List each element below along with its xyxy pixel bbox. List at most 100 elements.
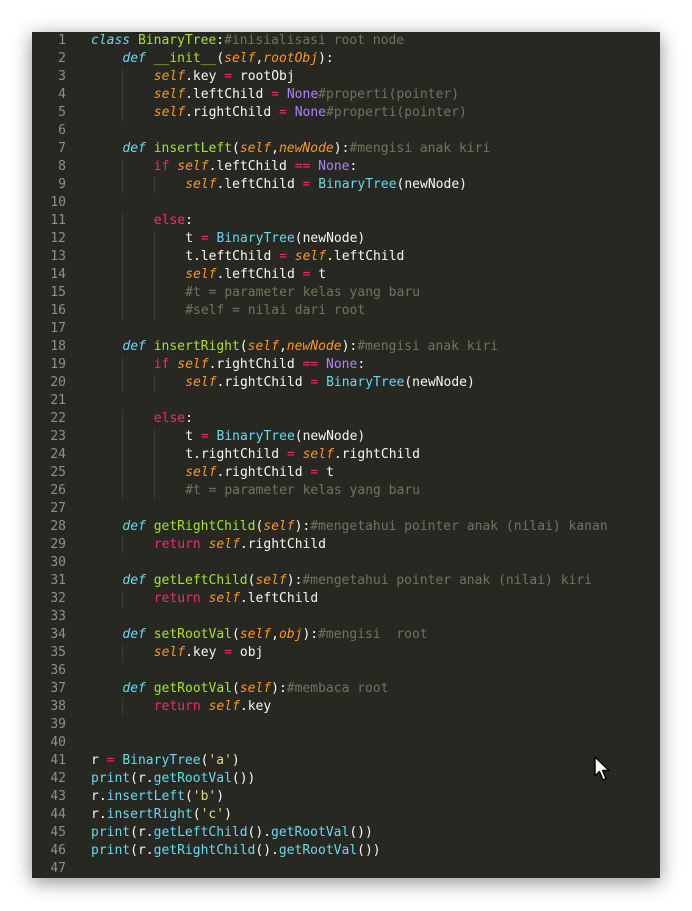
code-line[interactable]: 21 xyxy=(32,392,660,410)
code-line[interactable]: 15 #t = parameter kelas yang baru xyxy=(32,284,660,302)
code-line[interactable]: 29 return self.rightChild xyxy=(32,536,660,554)
line-number: 17 xyxy=(50,321,66,336)
line-number: 24 xyxy=(50,447,66,462)
code-line[interactable]: 27 xyxy=(32,500,660,518)
code-line[interactable]: 45 print(r.getLeftChild().getRootVal()) xyxy=(32,824,660,842)
line-number: 35 xyxy=(50,645,66,660)
code-token: print xyxy=(91,843,131,858)
code-line[interactable]: 14 self.leftChild = t xyxy=(32,266,660,284)
code-token: getRightChild xyxy=(153,843,256,858)
code-line[interactable]: 28 def getRightChild(self):#mengetahui po… xyxy=(32,518,660,536)
code-token: = xyxy=(224,645,233,660)
code-line[interactable]: 17 xyxy=(32,320,660,338)
code-line[interactable]: 41 r = BinaryTree('a') xyxy=(32,752,660,770)
code-token: .leftChild xyxy=(216,267,303,282)
code-token: ()) xyxy=(349,825,373,840)
code-text: else: xyxy=(154,212,193,230)
code-token: , xyxy=(271,627,279,642)
code-text: t = BinaryTree(newNode) xyxy=(185,230,365,248)
code-token: return xyxy=(153,591,201,606)
code-line[interactable]: 13 t.leftChild = self.leftChild xyxy=(32,248,660,266)
code-line[interactable]: 8 if self.leftChild == None: xyxy=(32,158,660,176)
code-editor-window[interactable]: 1 class BinaryTree:#inisialisasi root nod… xyxy=(32,32,660,878)
code-line[interactable]: 32 return self.leftChild xyxy=(32,590,660,608)
code-text: r = BinaryTree('a') xyxy=(91,752,240,770)
code-line[interactable]: 6 xyxy=(32,122,660,140)
line-number: 25 xyxy=(50,465,66,480)
code-line[interactable]: 5 self.rightChild = None#properti(pointer… xyxy=(32,104,660,122)
code-line[interactable]: 42 print(r.getRootVal()) xyxy=(32,770,660,788)
code-line[interactable]: 16 #self = nilai dari root xyxy=(32,302,660,320)
code-line[interactable]: 10 xyxy=(32,194,660,212)
indent-guide xyxy=(122,644,124,662)
code-line[interactable]: 9 self.leftChild = BinaryTree(newNode) xyxy=(32,176,660,194)
code-line[interactable]: 4 self.leftChild = None#properti(pointer) xyxy=(32,86,660,104)
code-line[interactable]: 47 xyxy=(32,860,660,878)
indent-guide xyxy=(153,428,155,446)
code-token: #membaca root xyxy=(286,681,389,696)
code-token: getRootVal xyxy=(153,771,232,786)
code-token: if xyxy=(153,159,170,174)
code-line[interactable]: 23 t = BinaryTree(newNode) xyxy=(32,428,660,446)
line-number: 46 xyxy=(50,843,66,858)
code-line[interactable]: 34 def setRootVal(self,obj):#mengisi root xyxy=(32,626,660,644)
code-token: self xyxy=(185,465,217,480)
code-line[interactable]: 24 t.rightChild = self.rightChild xyxy=(32,446,660,464)
code-token: .key xyxy=(239,699,272,714)
code-token: self xyxy=(153,87,186,102)
code-token: __init__ xyxy=(153,51,217,66)
code-line[interactable]: 31 def getLeftChild(self):#mengetahui poi… xyxy=(32,572,660,590)
code-line[interactable]: 3 self.key = rootObj xyxy=(32,68,660,86)
code-token: self xyxy=(294,249,327,264)
code-line[interactable]: 44 r.insertRight('c') xyxy=(32,806,660,824)
code-token: self xyxy=(263,519,295,534)
code-token: return xyxy=(153,699,201,714)
code-line[interactable]: 2 def __init__(self,rootObj): xyxy=(32,50,660,68)
code-line[interactable]: 43 r.insertLeft('b') xyxy=(32,788,660,806)
code-line[interactable]: 19 if self.rightChild == None: xyxy=(32,356,660,374)
code-token: (newNode) xyxy=(294,429,366,444)
code-token: .leftChild xyxy=(185,87,272,102)
code-text: #t = parameter kelas yang baru xyxy=(185,284,420,302)
code-line[interactable]: 37 def getRootVal(self):#membaca root xyxy=(32,680,660,698)
code-line[interactable]: 38 return self.key xyxy=(32,698,660,716)
code-token: getLeftChild xyxy=(153,573,248,588)
code-line[interactable]: 46 print(r.getRightChild().getRootVal()) xyxy=(32,842,660,860)
code-token: getRootVal xyxy=(271,825,350,840)
code-token: t xyxy=(185,231,201,246)
code-line[interactable]: 33 xyxy=(32,608,660,626)
code-token: ): xyxy=(302,627,319,642)
code-token: = xyxy=(279,105,287,120)
indent-guide xyxy=(153,266,155,284)
code-line[interactable]: 12 t = BinaryTree(newNode) xyxy=(32,230,660,248)
code-line[interactable]: 20 self.rightChild = BinaryTree(newNode) xyxy=(32,374,660,392)
code-line[interactable]: 30 xyxy=(32,554,660,572)
code-line[interactable]: 35 self.key = obj xyxy=(32,644,660,662)
code-line[interactable]: 22 else: xyxy=(32,410,660,428)
code-token: self xyxy=(185,375,217,390)
code-token: getRightChild xyxy=(153,519,256,534)
code-token: else xyxy=(153,213,186,228)
code-token: self xyxy=(239,681,272,696)
code-line[interactable]: 40 xyxy=(32,734,660,752)
code-line[interactable]: 25 self.rightChild = t xyxy=(32,464,660,482)
code-token: def xyxy=(122,519,146,534)
code-line[interactable]: 7 def insertLeft(self,newNode):#mengisi a… xyxy=(32,140,660,158)
code-token: ): xyxy=(333,141,350,156)
code-line[interactable]: 36 xyxy=(32,662,660,680)
code-token: BinaryTree xyxy=(326,375,405,390)
code-token: (newNode) xyxy=(294,231,366,246)
indent-guide xyxy=(122,536,124,554)
code-line[interactable]: 11 else: xyxy=(32,212,660,230)
code-line[interactable]: 1 class BinaryTree:#inisialisasi root nod… xyxy=(32,32,660,50)
line-number: 13 xyxy=(50,249,66,264)
code-token: #mengisi root xyxy=(318,627,428,642)
line-number: 1 xyxy=(58,33,66,48)
code-token: (r. xyxy=(130,825,154,840)
code-token: == xyxy=(294,159,311,174)
code-text: def insertLeft(self,newNode):#mengisi an… xyxy=(122,140,490,158)
code-line[interactable]: 18 def insertRight(self,newNode):#mengisi… xyxy=(32,338,660,356)
code-line[interactable]: 39 xyxy=(32,716,660,734)
code-line[interactable]: 26 #t = parameter kelas yang baru xyxy=(32,482,660,500)
